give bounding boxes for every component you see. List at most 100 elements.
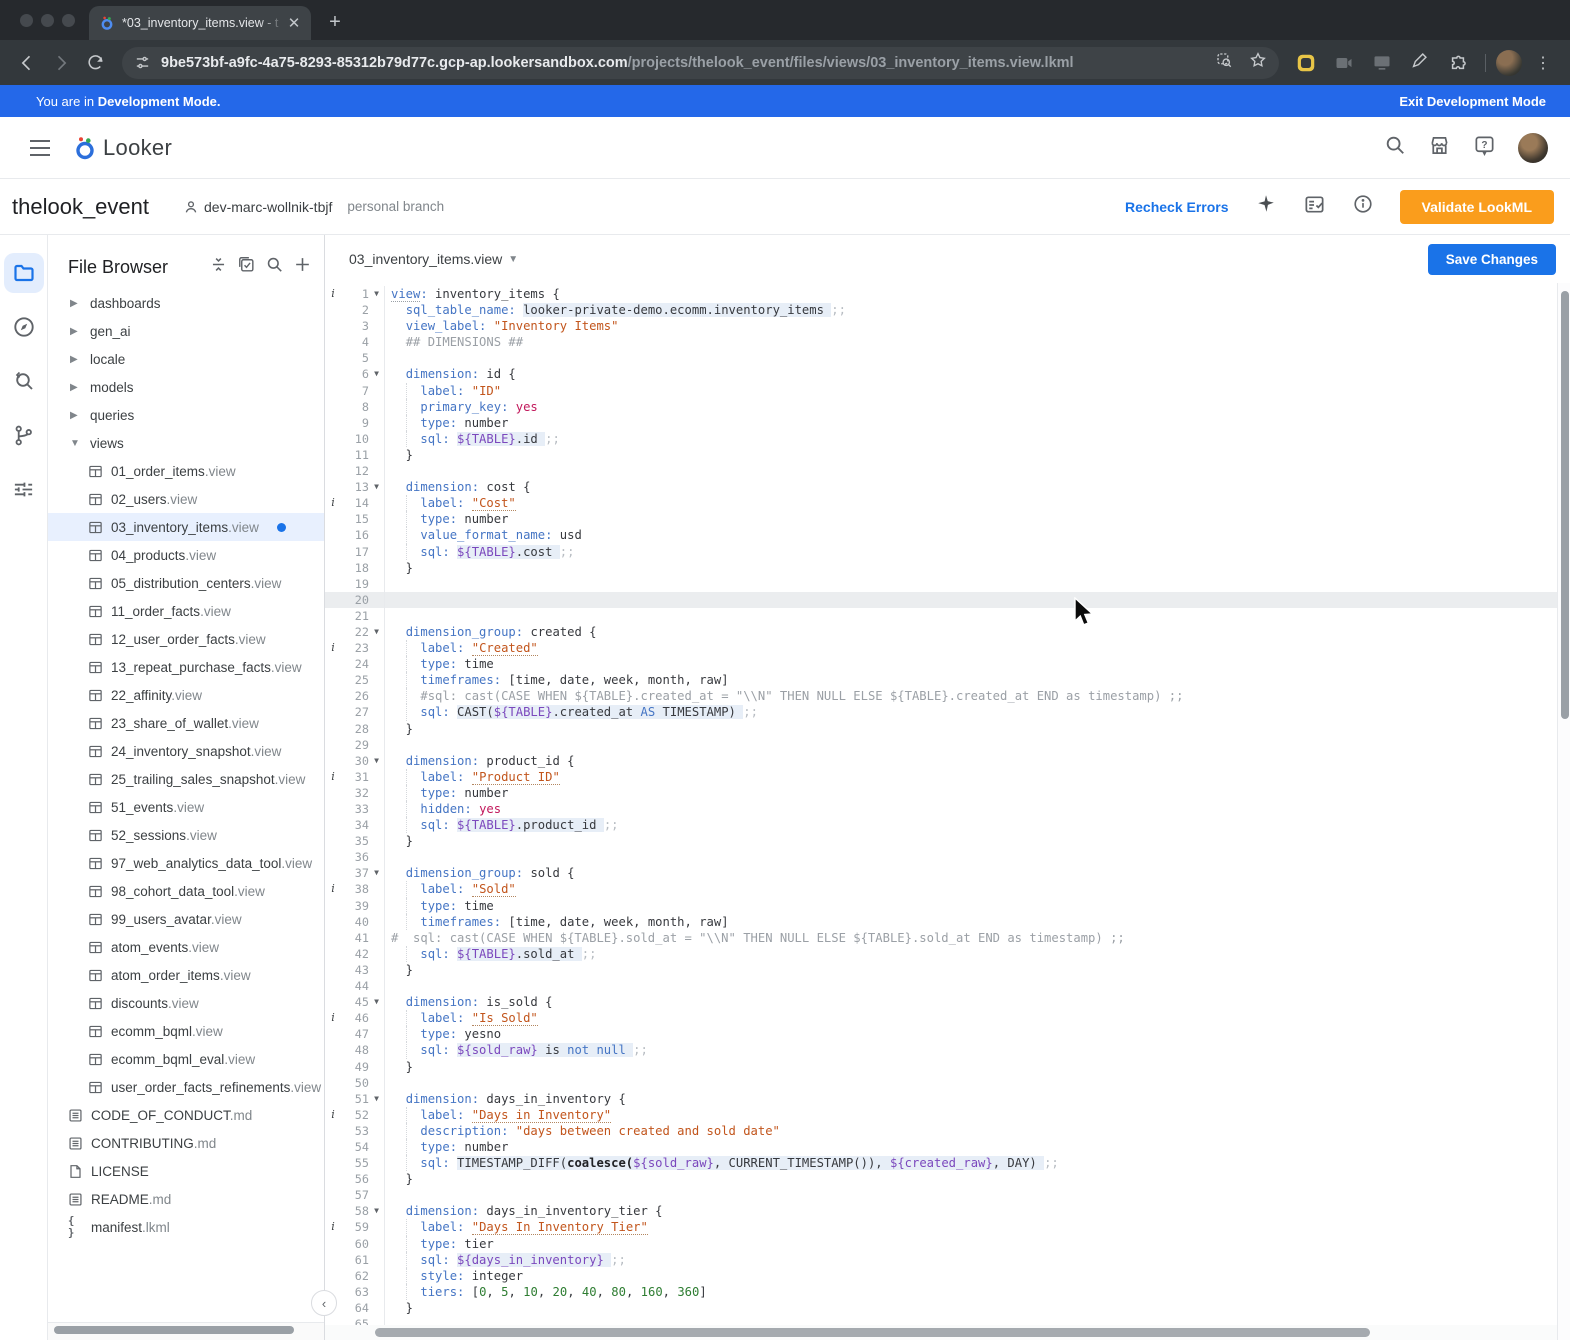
code-line-60[interactable]: 60 type: tier — [325, 1235, 1570, 1252]
code-line-18[interactable]: 18 } — [325, 559, 1570, 576]
code-line-30[interactable]: 30 ▼ dimension: product_id { — [325, 752, 1570, 769]
code-line-26[interactable]: 26 #sql: cast(CASE WHEN ${TABLE}.created… — [325, 688, 1570, 705]
code-line-43[interactable]: 43 } — [325, 961, 1570, 979]
collapse-all-icon[interactable] — [209, 255, 228, 279]
browser-profile-avatar[interactable] — [1496, 49, 1522, 76]
code-line-47[interactable]: 47 type: yesno — [325, 1026, 1570, 1043]
code-line-42[interactable]: 42 sql: ${TABLE}.sold_at ;; — [325, 945, 1570, 963]
marketplace-icon[interactable] — [1428, 134, 1451, 162]
code-line-32[interactable]: 32 type: number — [325, 784, 1570, 802]
code-line-15[interactable]: 15 type: number — [325, 511, 1570, 528]
exit-dev-mode-link[interactable]: Exit Development Mode — [1399, 94, 1546, 109]
screen-extension-icon[interactable] — [1365, 46, 1399, 80]
window-controls[interactable] — [0, 0, 89, 40]
file-item-52_sessions[interactable]: 52_sessions.view — [48, 821, 324, 849]
file-item-atom_order_items[interactable]: atom_order_items.view — [48, 961, 324, 989]
code-line-51[interactable]: 51 ▼ dimension: days_in_inventory { — [325, 1090, 1570, 1107]
code-line-20[interactable]: 20 — [325, 591, 1570, 608]
editor-horizontal-scrollbar[interactable] — [375, 1328, 1370, 1337]
code-line-29[interactable]: 29 — [325, 736, 1570, 753]
code-line-41[interactable]: 41 # sql: cast(CASE WHEN ${TABLE}.sold_at… — [325, 929, 1570, 946]
file-item-97_web_analytics_data_tool[interactable]: 97_web_analytics_data_tool.view — [48, 849, 324, 877]
code-line-12[interactable]: 12 — [325, 463, 1570, 480]
code-line-1[interactable]: i 1 ▼ view: inventory_items { — [325, 286, 1570, 303]
code-line-37[interactable]: 37 ▼ dimension_group: sold { — [325, 865, 1570, 882]
browser-tab[interactable]: *03_inventory_items.view - t ✕ — [89, 6, 311, 40]
code-line-45[interactable]: 45 ▼ dimension: is_sold { — [325, 994, 1570, 1011]
file-item-02_users[interactable]: 02_users.view — [48, 485, 324, 513]
recheck-errors-link[interactable]: Recheck Errors — [1125, 199, 1229, 215]
code-line-54[interactable]: 54 type: number — [325, 1138, 1570, 1156]
browser-menu-icon[interactable]: ⋮ — [1526, 46, 1560, 80]
info-marker-icon[interactable]: i — [325, 1010, 341, 1026]
code-line-31[interactable]: i 31 label: "Product ID" — [325, 768, 1570, 786]
content-validator-icon[interactable] — [1303, 193, 1326, 221]
file-item-03_inventory_items[interactable]: 03_inventory_items.view — [48, 513, 324, 541]
code-line-40[interactable]: 40 timeframes: [time, date, week, month,… — [325, 913, 1570, 930]
hamburger-menu-icon[interactable] — [22, 130, 58, 166]
site-settings-icon[interactable] — [134, 54, 151, 71]
select-files-icon[interactable] — [237, 255, 256, 279]
adblock-extension-icon[interactable] — [1289, 46, 1323, 80]
fold-caret-icon[interactable]: ▼ — [369, 479, 384, 495]
file-item-13_repeat_purchase_facts[interactable]: 13_repeat_purchase_facts.view — [48, 653, 324, 681]
code-line-16[interactable]: 16 value_format_name: usd — [325, 527, 1570, 544]
file-item-51_events[interactable]: 51_events.view — [48, 793, 324, 821]
code-line-34[interactable]: 34 sql: ${TABLE}.product_id ;; — [325, 817, 1570, 834]
code-line-8[interactable]: 8 primary_key: yes — [325, 398, 1570, 415]
code-line-24[interactable]: 24 type: time — [325, 656, 1570, 673]
object-browser-compass-icon[interactable] — [4, 307, 44, 347]
file-item-atom_events[interactable]: atom_events.view — [48, 933, 324, 961]
url-bar[interactable]: 9be573bf-a9fc-4a75-8293-85312b79d77c.gcp… — [122, 46, 1279, 79]
code-line-49[interactable]: 49 } — [325, 1058, 1570, 1075]
fold-caret-icon[interactable]: ▼ — [369, 1203, 384, 1219]
file-item-22_affinity[interactable]: 22_affinity.view — [48, 681, 324, 709]
maximize-window-button[interactable] — [62, 13, 75, 27]
folder-item-dashboards[interactable]: ▶ dashboards — [48, 289, 324, 317]
fold-caret-icon[interactable]: ▼ — [369, 753, 384, 769]
reload-icon[interactable] — [78, 46, 112, 80]
file-item-CODE_OF_CONDUCT[interactable]: CODE_OF_CONDUCT.md — [48, 1101, 324, 1129]
code-line-59[interactable]: i 59 label: "Days In Inventory Tier" — [325, 1219, 1570, 1236]
validate-lookml-button[interactable]: Validate LookML — [1399, 189, 1554, 224]
open-file-selector[interactable]: 03_inventory_items.view ▼ — [349, 251, 518, 267]
code-line-35[interactable]: 35 } — [325, 833, 1570, 850]
info-marker-icon[interactable]: i — [325, 1219, 341, 1235]
code-line-27[interactable]: 27 sql: CAST(${TABLE}.created_at AS TIME… — [325, 704, 1570, 721]
file-item-ecomm_bqml_eval[interactable]: ecomm_bqml_eval.view — [48, 1045, 324, 1073]
file-item-99_users_avatar[interactable]: 99_users_avatar.view — [48, 905, 324, 933]
file-browser-rail-folder-icon[interactable] — [3, 253, 44, 293]
camera-extension-icon[interactable] — [1327, 46, 1361, 80]
code-line-50[interactable]: 50 — [325, 1074, 1570, 1091]
file-item-24_inventory_snapshot[interactable]: 24_inventory_snapshot.view — [48, 737, 324, 765]
code-line-22[interactable]: 22 ▼ dimension_group: created { — [325, 623, 1570, 641]
code-line-4[interactable]: 4 ## DIMENSIONS ## — [325, 334, 1570, 351]
fold-caret-icon[interactable]: ▼ — [369, 286, 384, 302]
add-file-icon[interactable] — [293, 255, 312, 279]
file-item-25_trailing_sales_snapshot[interactable]: 25_trailing_sales_snapshot.view — [48, 765, 324, 793]
code-line-6[interactable]: 6 ▼ dimension: id { — [325, 366, 1570, 383]
minimize-window-button[interactable] — [41, 13, 54, 27]
folder-item-gen_ai[interactable]: ▶ gen_ai — [48, 317, 324, 345]
info-icon[interactable] — [1352, 193, 1374, 220]
code-line-13[interactable]: 13 ▼ dimension: cost { — [325, 479, 1570, 496]
code-line-7[interactable]: 7 label: "ID" — [325, 382, 1570, 399]
fold-caret-icon[interactable]: ▼ — [369, 994, 384, 1010]
code-line-53[interactable]: 53 description: "days between created an… — [325, 1122, 1570, 1140]
code-line-62[interactable]: 62 style: integer — [325, 1267, 1570, 1284]
info-marker-icon[interactable]: i — [325, 495, 341, 511]
save-changes-button[interactable]: Save Changes — [1427, 243, 1556, 275]
info-marker-icon[interactable]: i — [325, 640, 341, 656]
code-line-2[interactable]: 2 sql_table_name: looker-private-demo.ec… — [325, 302, 1570, 319]
code-line-3[interactable]: 3 view_label: "Inventory Items" — [325, 318, 1570, 335]
file-item-01_order_items[interactable]: 01_order_items.view — [48, 457, 324, 485]
tab-close-icon[interactable]: ✕ — [285, 14, 303, 32]
git-actions-icon[interactable] — [4, 415, 44, 455]
git-branch-info[interactable]: dev-marc-wollnik-tbjf personal branch — [183, 199, 444, 215]
code-line-9[interactable]: 9 type: number — [325, 414, 1570, 431]
code-line-14[interactable]: i 14 label: "Cost" — [325, 495, 1570, 512]
code-area[interactable]: i 1 ▼ view: inventory_items {2 sql_table_na… — [325, 283, 1570, 1340]
code-line-56[interactable]: 56 } — [325, 1171, 1570, 1188]
editor-vertical-scrollbar[interactable] — [1560, 291, 1569, 719]
code-line-10[interactable]: 10 sql: ${TABLE}.id ;; — [325, 430, 1570, 448]
